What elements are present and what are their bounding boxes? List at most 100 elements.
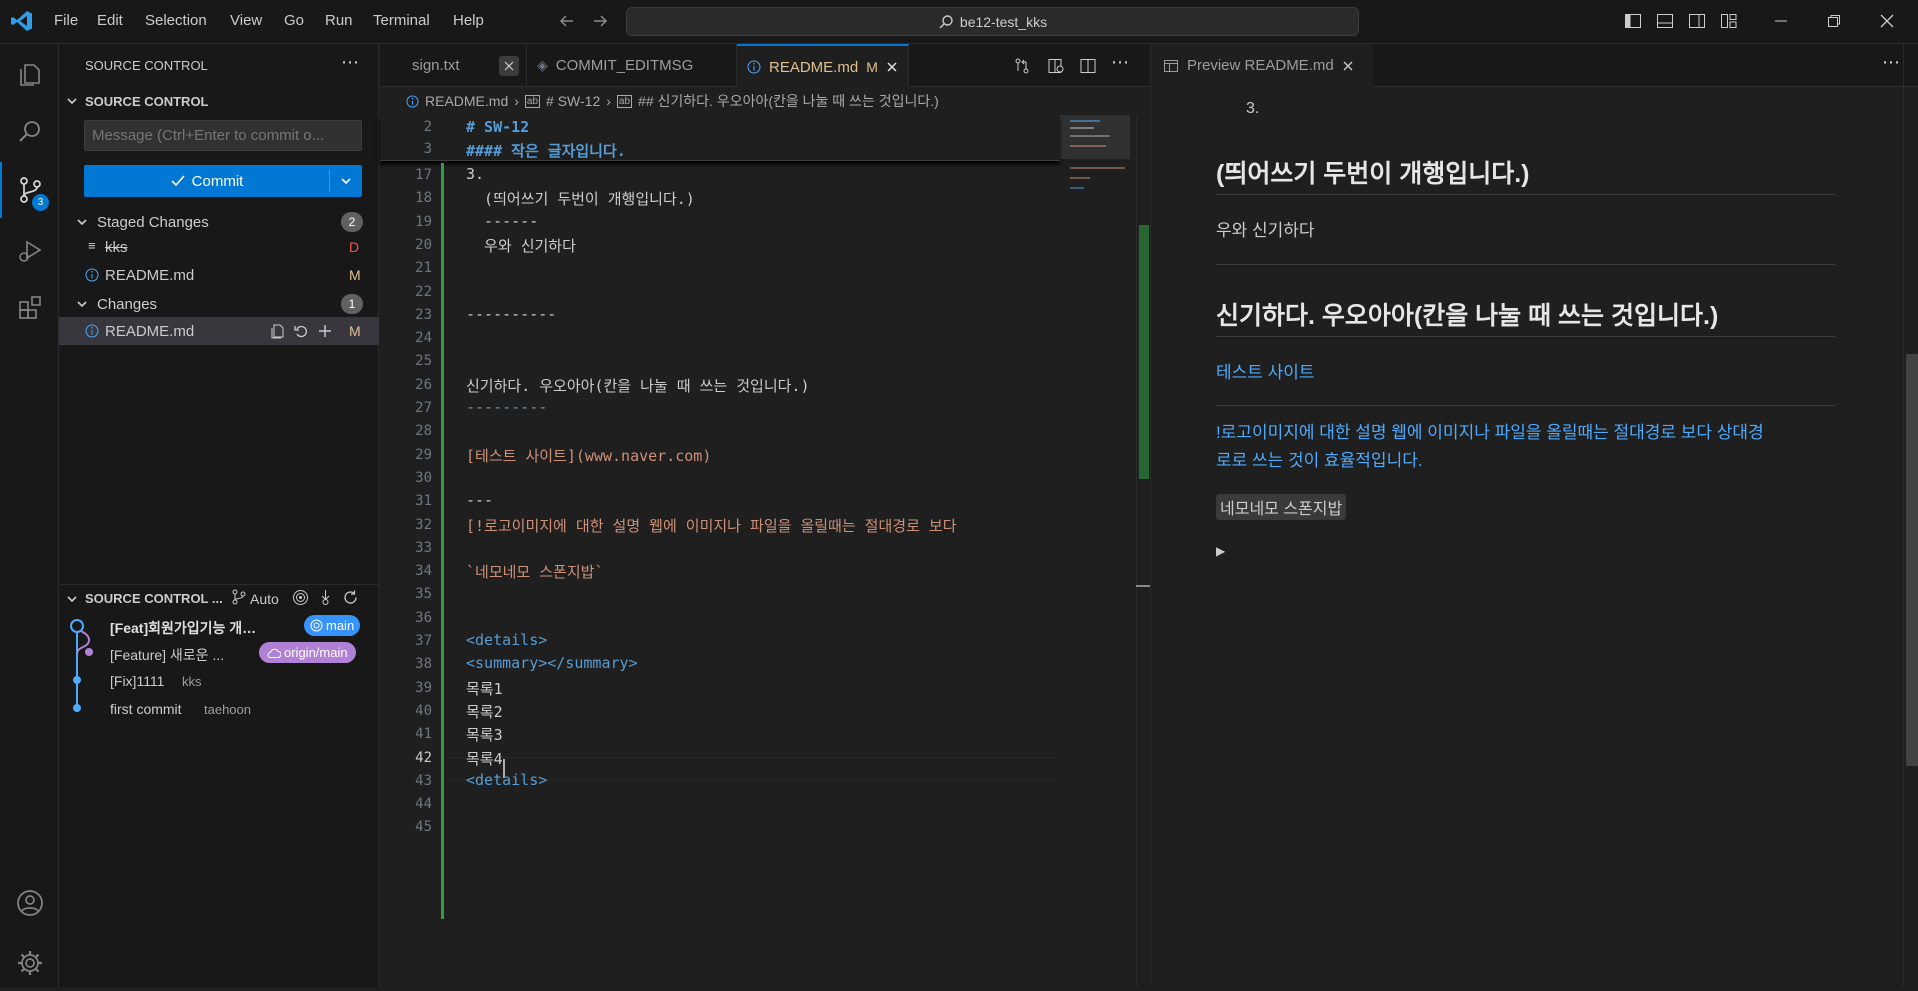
accounts-icon[interactable] — [0, 875, 59, 931]
preview-link[interactable]: 테스트 사이트 — [1216, 358, 1315, 383]
commit-row[interactable]: [Fix]1111 kks — [59, 669, 379, 695]
restore-icon[interactable] — [1825, 12, 1843, 30]
toggle-primary-sidebar-icon[interactable] — [1624, 12, 1642, 30]
menu-view[interactable]: View — [230, 12, 262, 29]
changes-label[interactable]: Changes — [97, 296, 157, 313]
staged-file-row[interactable]: ≡ kks D — [59, 234, 379, 261]
changes-chevron-down-icon[interactable] — [75, 297, 89, 311]
commit-row[interactable]: [Feature] 새로운 ... origin/main — [59, 641, 379, 667]
menu-edit[interactable]: Edit — [97, 12, 123, 29]
code-line[interactable]: (띄어쓰기 두번이 개행입니다.) — [466, 188, 695, 209]
search-view-icon[interactable] — [0, 104, 59, 160]
close-window-icon[interactable] — [1878, 12, 1896, 30]
staged-file-name: kks — [105, 239, 128, 256]
preview-scrollbar-thumb[interactable] — [1906, 354, 1918, 766]
branch-ref-badge: main — [304, 615, 361, 636]
tab-close-icon[interactable] — [499, 56, 519, 76]
code-line[interactable]: `네모네모 스폰지밥` — [466, 561, 604, 582]
menu-run[interactable]: Run — [325, 12, 353, 29]
editor-more-actions-icon[interactable]: ⋯ — [1111, 52, 1129, 73]
code-line[interactable]: ------ — [466, 212, 538, 230]
commit-message-input[interactable] — [84, 120, 362, 151]
code-line[interactable]: <details> — [466, 631, 547, 649]
line-number: 25 — [415, 353, 432, 370]
code-line[interactable]: 3. — [466, 165, 484, 183]
menu-terminal[interactable]: Terminal — [373, 12, 430, 29]
section-chevron-down-icon[interactable] — [65, 94, 79, 108]
target-icon[interactable] — [292, 589, 309, 606]
commit-row[interactable]: first commit taehoon — [59, 697, 379, 723]
refresh-icon[interactable] — [342, 589, 359, 606]
tab-commit-editmsg[interactable]: ◈ COMMIT_EDITMSG — [527, 44, 737, 87]
code-line[interactable]: --- — [466, 491, 493, 509]
breadcrumb-file[interactable]: README.md — [425, 93, 508, 109]
staged-changes-label[interactable]: Staged Changes — [97, 214, 209, 231]
graph-branch-icon[interactable] — [231, 589, 247, 605]
code-line[interactable]: ---------- — [466, 305, 556, 323]
minimize-icon[interactable] — [1772, 12, 1790, 30]
open-preview-to-side-icon[interactable] — [1047, 57, 1065, 75]
back-arrow-icon[interactable] — [558, 12, 576, 30]
open-file-icon[interactable] — [270, 323, 286, 339]
line-number: 36 — [415, 609, 432, 626]
split-editor-icon[interactable] — [1079, 57, 1097, 75]
code-line[interactable]: <details> — [466, 771, 547, 789]
code-line[interactable]: <summary></summary> — [466, 654, 638, 672]
code-line[interactable]: [!로고이미지에 대한 설명 웹에 이미지나 파일을 올릴때는 절대경로 보다 — [466, 515, 957, 536]
breadcrumb-heading-2[interactable]: ## 신기하다. 우오아아(칸을 나눌 때 쓰는 것입니다.) — [638, 91, 939, 111]
breadcrumb-heading-1[interactable]: # SW-12 — [546, 93, 600, 109]
manage-gear-icon[interactable] — [0, 935, 59, 991]
staged-file-row[interactable]: README.md M — [59, 262, 379, 289]
section-title-source-control[interactable]: SOURCE CONTROL — [85, 94, 209, 109]
code-line[interactable]: 목록1 — [466, 678, 503, 699]
toggle-secondary-sidebar-icon[interactable] — [1688, 12, 1706, 30]
code-line[interactable]: 목록4 — [466, 748, 503, 769]
menu-go[interactable]: Go — [284, 12, 304, 29]
tab-close-icon[interactable] — [886, 61, 898, 73]
details-disclosure-triangle-icon[interactable]: ▶ — [1216, 544, 1225, 558]
code-line[interactable]: 목록3 — [466, 724, 503, 745]
source-control-icon[interactable]: 3 — [0, 162, 59, 218]
toggle-panel-icon[interactable] — [1656, 12, 1674, 30]
menu-help[interactable]: Help — [453, 12, 484, 29]
forward-arrow-icon[interactable] — [591, 12, 609, 30]
minimap[interactable] — [1060, 115, 1130, 987]
menu-selection[interactable]: Selection — [145, 12, 207, 29]
menu-file[interactable]: File — [54, 12, 78, 29]
editor-scrollbar[interactable] — [1136, 115, 1150, 987]
run-debug-icon[interactable] — [0, 222, 59, 278]
image-alt-text-line[interactable]: !로고이미지에 대한 설명 웹에 이미지나 파일을 올릴때는 절대경로 보다 상… — [1216, 418, 1764, 443]
preview-more-actions-icon[interactable]: ⋯ — [1882, 52, 1900, 73]
code-line[interactable]: 신기하다. 우오아아(칸을 나눌 때 쓰는 것입니다.) — [466, 375, 809, 396]
customize-layout-icon[interactable] — [1720, 12, 1738, 30]
code-line[interactable]: 목록2 — [466, 701, 503, 722]
tab-sign-txt[interactable]: sign.txt — [380, 44, 527, 87]
commit-button[interactable]: Commit — [84, 165, 362, 197]
tab-preview-readme[interactable]: Preview README.md — [1151, 44, 1373, 87]
explorer-icon[interactable] — [0, 46, 59, 102]
image-alt-text-line[interactable]: 로로 쓰는 것이 효율적입니다. — [1216, 446, 1423, 471]
sidebar-more-actions-icon[interactable]: ⋯ — [341, 52, 359, 73]
sticky-line[interactable]: #### 작은 글자입니다. — [466, 140, 626, 161]
commit-row[interactable]: [Feat]회원가입기능 개발... main — [59, 614, 379, 640]
code-line[interactable]: [테스트 사이트](www.naver.com) — [466, 445, 711, 466]
tab-close-icon[interactable] — [1342, 60, 1354, 72]
graph-chevron-down-icon[interactable] — [65, 592, 79, 606]
graph-auto-label[interactable]: Auto — [250, 591, 279, 607]
line-number: 30 — [415, 469, 432, 486]
sticky-line[interactable]: # SW-12 — [466, 118, 529, 136]
discard-changes-icon[interactable] — [293, 323, 309, 339]
fetch-icon[interactable] — [317, 589, 334, 606]
commit-dropdown-chevron-icon[interactable] — [330, 174, 362, 188]
tab-readme-md[interactable]: README.md M — [737, 44, 909, 88]
code-line[interactable]: --------- — [466, 398, 547, 416]
open-changes-icon[interactable] — [1013, 57, 1031, 75]
code-line[interactable]: 우와 신기하다 — [466, 235, 576, 256]
preview-scrollbar[interactable] — [1903, 44, 1918, 987]
extensions-icon[interactable] — [0, 279, 59, 335]
stage-changes-plus-icon[interactable] — [317, 323, 333, 339]
changes-file-row[interactable]: README.md M — [59, 317, 379, 345]
staged-chevron-down-icon[interactable] — [75, 215, 89, 229]
command-center-search[interactable]: be12-test_kks — [626, 7, 1359, 36]
graph-section-title[interactable]: SOURCE CONTROL ... — [85, 591, 235, 606]
